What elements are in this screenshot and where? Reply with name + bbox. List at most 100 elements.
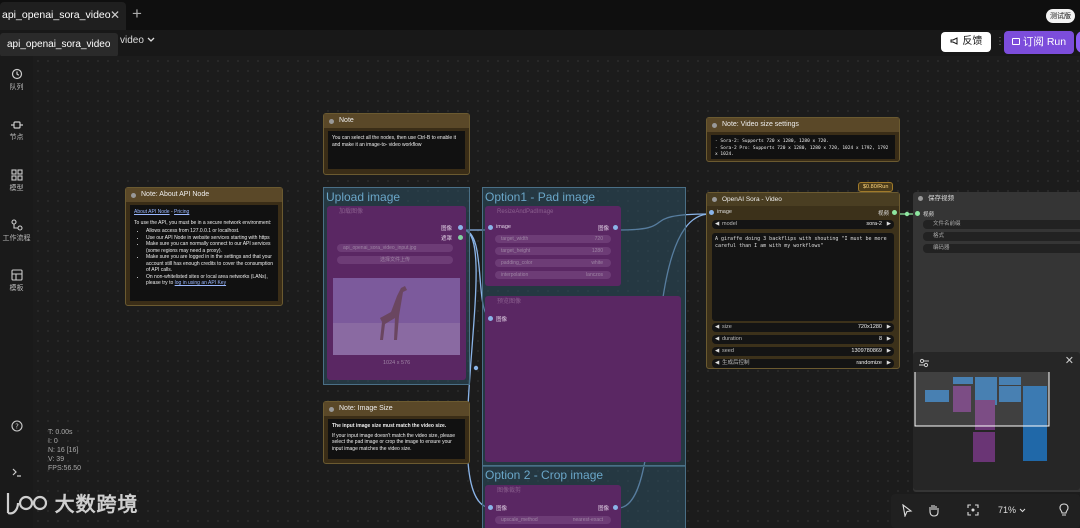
- filename-prefix-input[interactable]: 文件名前缀: [923, 220, 1080, 229]
- node-title: 保存视频: [913, 192, 1080, 205]
- feedback-button[interactable]: 反馈: [941, 32, 991, 52]
- group-title: Upload image: [326, 190, 401, 204]
- input-image-label: image: [717, 209, 732, 215]
- node-title: ResizeAndPadImage: [497, 209, 554, 215]
- svg-text:?: ?: [15, 423, 19, 431]
- arrow-left-icon[interactable]: ◀: [715, 220, 719, 229]
- size-select[interactable]: ◀ size 720x1280 ▶: [712, 323, 894, 332]
- input-image-slot[interactable]: [488, 316, 493, 321]
- watermark-text: 大数跨境: [54, 494, 139, 516]
- terminal-button[interactable]: [0, 466, 33, 480]
- arrow-right-icon[interactable]: ▶: [887, 335, 891, 344]
- close-icon[interactable]: ✕: [110, 2, 120, 28]
- arrow-right-icon[interactable]: ▶: [887, 323, 891, 332]
- output-mask-slot[interactable]: [458, 235, 463, 240]
- output-image-slot[interactable]: [458, 225, 463, 230]
- sidebar-item-label: 工作流程: [2, 235, 31, 242]
- sidebar-item-nodes[interactable]: 节点: [0, 120, 33, 142]
- sidebar-item-models[interactable]: 模型: [0, 169, 33, 193]
- hand-pan-icon[interactable]: [927, 503, 940, 517]
- arrow-left-icon[interactable]: ◀: [715, 359, 719, 368]
- output-image-slot[interactable]: [613, 505, 618, 510]
- load-image-node[interactable]: 加载图像 图像 遮罩 api_openai_sora_video_input.j…: [327, 206, 466, 380]
- resize-and-pad-node[interactable]: ResizeAndPadImage image 图像 target_width 7…: [485, 206, 621, 286]
- megaphone-icon: [950, 37, 958, 45]
- group-title: Option1 - Pad image: [485, 190, 596, 204]
- note-bullet: Make sure you can normally connect to ou…: [146, 241, 274, 254]
- arrow-right-icon[interactable]: ▶: [887, 359, 891, 368]
- arrow-left-icon[interactable]: ◀: [715, 347, 719, 356]
- sidebar-item-label: 模型: [9, 185, 24, 192]
- widget-value: 720: [594, 236, 603, 242]
- graph-canvas[interactable]: Upload image Option1 - Pad image Option …: [33, 56, 1080, 528]
- help-button[interactable]: ?: [0, 420, 33, 434]
- lightbulb-icon[interactable]: [1059, 503, 1069, 517]
- minimap-close-icon[interactable]: ✕: [1065, 354, 1074, 367]
- note-image-size[interactable]: Note: Image Size The input image size mu…: [323, 401, 470, 464]
- add-tab-icon[interactable]: +: [132, 4, 142, 24]
- control-after-generate-select[interactable]: ◀ 生成后控制 randomize ▶: [712, 359, 894, 368]
- image-file-select[interactable]: api_openai_sora_video_input.jpg: [337, 244, 453, 252]
- select-cursor-icon[interactable]: [901, 504, 913, 517]
- chevron-down-icon: [1019, 508, 1025, 513]
- interpolation-widget[interactable]: interpolation lanczos: [495, 271, 611, 279]
- sidebar-item-queue[interactable]: 队列: [0, 68, 33, 92]
- input-image-slot[interactable]: [488, 225, 493, 230]
- minimap-settings-icon[interactable]: [919, 358, 929, 368]
- note-enable-nodes[interactable]: Note You can select all the nodes, then …: [323, 113, 470, 175]
- widget-label: duration: [722, 336, 742, 342]
- prompt-textarea[interactable]: A giraffe doing 3 backflips with shoutin…: [712, 233, 894, 321]
- duration-stepper[interactable]: ◀ duration 8 ▶: [712, 335, 894, 344]
- minimap[interactable]: ✕: [913, 352, 1080, 490]
- input-image-slot[interactable]: [488, 505, 493, 510]
- note-video-size[interactable]: Note: Video size settings - Sora-2: Supp…: [706, 117, 900, 162]
- seed-stepper[interactable]: ◀ seed 1309780869 ▶: [712, 347, 894, 356]
- target-height-widget[interactable]: target_height 1280: [495, 247, 611, 255]
- note-bullet: Make sure you are logged in in the setti…: [146, 254, 274, 274]
- widget-label: target_width: [501, 236, 529, 242]
- node-title: 加载图像: [339, 209, 364, 215]
- widget-value: lanczos: [586, 272, 603, 278]
- arrow-right-icon[interactable]: ▶: [887, 220, 891, 229]
- preview-image-node[interactable]: 预览图像 图像: [485, 296, 681, 462]
- canvas-toolbar: 71%: [891, 494, 1080, 528]
- zoom-level-dropdown[interactable]: 71%: [998, 505, 1026, 515]
- about-api-link[interactable]: About API Node: [134, 209, 170, 215]
- performance-stats: T: 0.00s I: 0 N: 16 [16] V: 39 FPS:56.50: [48, 428, 81, 473]
- input-video-slot[interactable]: [915, 211, 920, 216]
- api-key-login-link[interactable]: log in using an API Key: [175, 280, 226, 286]
- workflow-tab[interactable]: api_openai_sora_video ✕: [0, 2, 126, 30]
- image-crop-node[interactable]: 图像裁剪 图像 图像 upscale_method nearest-exact: [485, 485, 621, 528]
- upscale-method-widget[interactable]: upscale_method nearest-exact: [495, 516, 611, 524]
- padding-color-widget[interactable]: padding_color white: [495, 259, 611, 267]
- group-title: Option 2 - Crop image: [485, 468, 604, 482]
- template-icon: [10, 269, 23, 281]
- arrow-left-icon[interactable]: ◀: [715, 323, 719, 332]
- arrow-left-icon[interactable]: ◀: [715, 335, 719, 344]
- output-image-slot[interactable]: [613, 225, 618, 230]
- input-video-label: 视频: [923, 212, 935, 218]
- target-width-widget[interactable]: target_width 720: [495, 235, 611, 243]
- output-image-label: 图像: [597, 506, 609, 512]
- format-select[interactable]: 格式: [923, 232, 1080, 241]
- codec-select[interactable]: 编码器: [923, 244, 1080, 253]
- input-image-slot[interactable]: [709, 210, 714, 215]
- stat-time: T: 0.00s: [48, 429, 73, 436]
- workflow-name-dropdown[interactable]: video: [120, 35, 155, 46]
- pricing-link[interactable]: Pricing: [174, 209, 189, 215]
- beta-badge: 测试版: [1046, 9, 1075, 23]
- output-image-label: 图像: [440, 226, 452, 232]
- output-video-slot[interactable]: [892, 210, 897, 215]
- sidebar-item-workflows[interactable]: 工作流程: [0, 219, 33, 243]
- note-about-api-node[interactable]: Note: About API Node About API Node - Pr…: [125, 187, 283, 306]
- avatar[interactable]: [1076, 31, 1080, 53]
- node-title: 预览图像: [497, 299, 522, 305]
- model-select[interactable]: ◀ model sora-2 ▶: [712, 220, 894, 229]
- run-button[interactable]: 订阅 Run: [1004, 31, 1074, 54]
- openai-sora-video-node[interactable]: OpenAI Sora - Video image 视频 ◀ model sora-…: [706, 192, 900, 369]
- arrow-right-icon[interactable]: ▶: [887, 347, 891, 356]
- upload-file-button[interactable]: 选择文件上传: [337, 256, 453, 264]
- widget-value: 720x1280: [857, 324, 882, 330]
- fit-view-icon[interactable]: [967, 504, 979, 516]
- sidebar-item-templates[interactable]: 模板: [0, 269, 33, 293]
